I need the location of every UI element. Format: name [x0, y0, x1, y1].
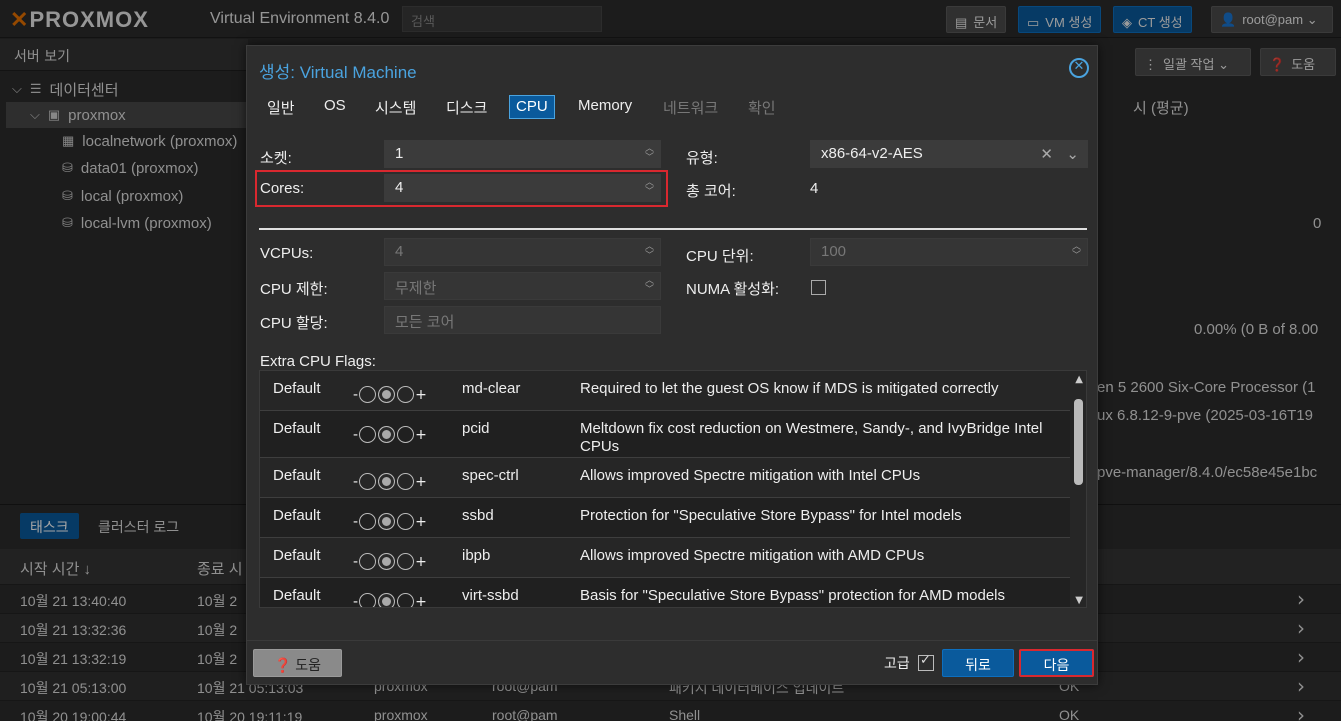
radio-off[interactable] [359, 426, 377, 443]
flag-tristate[interactable]: - + [353, 593, 427, 607]
radio-default[interactable] [378, 426, 396, 443]
tab-confirm[interactable]: 확인 [742, 95, 782, 119]
total-cores-value: 4 [810, 180, 819, 197]
flag-tristate[interactable]: - + [353, 513, 427, 530]
cores-field[interactable]: 4 ︿ ﹀ [384, 174, 661, 202]
spinner-icon[interactable]: ︿ ﹀ [645, 178, 654, 196]
cpu-affinity-label: CPU 할당: [260, 315, 328, 332]
radio-off[interactable] [359, 473, 377, 490]
flag-description: Required to let the guest OS know if MDS… [580, 380, 999, 397]
cpu-units-field[interactable]: 100 ︿ ﹀ [810, 238, 1088, 266]
dialog-title: 생성: Virtual Machine [259, 63, 417, 82]
radio-on[interactable] [397, 513, 415, 530]
tab-disks[interactable]: 디스크 [440, 95, 493, 119]
vcpus-label: VCPUs: [260, 245, 314, 262]
flag-tristate[interactable]: - + [353, 473, 427, 490]
radio-on[interactable] [397, 473, 415, 490]
cpu-flags-grid: Default - + md-clear Required to let the … [259, 370, 1087, 608]
radio-off[interactable] [359, 386, 377, 403]
flag-description: Basis for "Speculative Store Bypass" pro… [580, 587, 1006, 604]
radio-default[interactable] [378, 553, 396, 570]
radio-default[interactable] [378, 386, 396, 403]
radio-default[interactable] [378, 593, 396, 607]
numa-checkbox[interactable] [811, 280, 826, 295]
spinner-icon[interactable]: ︿ ﹀ [645, 276, 654, 294]
flag-default: Default [273, 507, 321, 524]
tab-system[interactable]: 시스템 [369, 95, 422, 119]
flag-default: Default [273, 587, 321, 604]
flag-name: md-clear [462, 380, 521, 397]
help-button[interactable]: ❓ 도움 [253, 649, 342, 677]
scroll-up-icon[interactable]: ▲ [1075, 374, 1083, 385]
tab-cpu[interactable]: CPU [509, 95, 555, 119]
spinner-icon[interactable]: ︿ ﹀ [645, 242, 654, 260]
list-item: Default - + spec-ctrl Allows improved Spe… [260, 458, 1072, 498]
extra-flags-label: Extra CPU Flags: [260, 353, 376, 370]
flag-name: ibpb [462, 547, 491, 564]
tab-network[interactable]: 네트워크 [657, 95, 724, 119]
question-icon: ❓ [273, 657, 292, 673]
radio-on[interactable] [397, 593, 415, 607]
create-vm-dialog: 생성: Virtual Machine ✕ 일반 OS 시스템 디스크 CPU … [246, 45, 1098, 685]
flag-default: Default [273, 380, 321, 397]
sockets-label: 소켓: [260, 150, 292, 167]
radio-off[interactable] [359, 593, 377, 607]
cpu-limit-label: CPU 제한: [260, 281, 328, 298]
cpu-affinity-field[interactable]: 모든 코어 [384, 306, 661, 334]
type-label: 유형: [686, 150, 718, 167]
dialog-footer: ❓ 도움 고급 ✓ 뒤로 다음 [247, 640, 1097, 684]
list-item: Default - + virt-ssbd Basis for "Speculat… [260, 578, 1072, 607]
flag-default: Default [273, 420, 321, 437]
scroll-down-icon[interactable]: ▼ [1075, 595, 1083, 606]
flag-name: spec-ctrl [462, 467, 519, 484]
flag-tristate[interactable]: - + [353, 386, 427, 403]
radio-off[interactable] [359, 553, 377, 570]
flag-name: ssbd [462, 507, 494, 524]
cores-label: Cores: [260, 180, 305, 197]
advanced-label: 고급 [884, 655, 910, 671]
sockets-field[interactable]: 1 ︿ ﹀ [384, 140, 661, 168]
flag-name: pcid [462, 420, 490, 437]
vcpus-field[interactable]: 4 ︿ ﹀ [384, 238, 661, 266]
tab-general[interactable]: 일반 [261, 95, 301, 119]
radio-off[interactable] [359, 513, 377, 530]
flag-description: Protection for "Speculative Store Bypass… [580, 507, 962, 524]
flag-description: Meltdown fix cost reduction on Westmere,… [580, 420, 1043, 455]
flags-scrollbar[interactable]: ▲ ▼ [1070, 371, 1086, 607]
advanced-checkbox[interactable]: ✓ [918, 653, 934, 671]
radio-on[interactable] [397, 553, 415, 570]
flag-tristate[interactable]: - + [353, 426, 427, 443]
scrollbar-thumb[interactable] [1074, 399, 1083, 485]
radio-on[interactable] [397, 426, 415, 443]
flag-name: virt-ssbd [462, 587, 519, 604]
spinner-icon[interactable]: ︿ ﹀ [645, 144, 654, 162]
list-item: Default - + ssbd Protection for "Speculat… [260, 498, 1072, 538]
tab-os[interactable]: OS [318, 95, 352, 119]
checkmark-icon: ✓ [920, 653, 931, 668]
tab-memory[interactable]: Memory [572, 95, 638, 119]
flag-description: Allows improved Spectre mitigation with … [580, 467, 921, 484]
radio-default[interactable] [378, 513, 396, 530]
section-divider [259, 228, 1087, 230]
radio-default[interactable] [378, 473, 396, 490]
close-icon[interactable]: ✕ [1069, 58, 1089, 78]
spinner-icon[interactable]: ︿ ﹀ [1072, 242, 1081, 260]
list-item: Default - + ibpb Allows improved Spectre … [260, 538, 1072, 578]
flag-description: Allows improved Spectre mitigation with … [580, 547, 925, 564]
flag-tristate[interactable]: - + [353, 553, 427, 570]
list-item: Default - + md-clear Required to let the … [260, 371, 1072, 411]
cpu-units-label: CPU 단위: [686, 248, 754, 265]
numa-label: NUMA 활성화: [686, 281, 780, 298]
list-item: Default - + pcid Meltdown fix cost reduct… [260, 411, 1072, 458]
next-button[interactable]: 다음 [1019, 649, 1094, 677]
cpu-limit-field[interactable]: 무제한 ︿ ﹀ [384, 272, 661, 300]
flag-default: Default [273, 467, 321, 484]
clear-icon[interactable]: ✕ [1040, 145, 1053, 163]
chevron-down-icon[interactable]: ⌄ [1066, 145, 1079, 163]
flag-default: Default [273, 547, 321, 564]
total-cores-label: 총 코어: [686, 183, 736, 200]
radio-on[interactable] [397, 386, 415, 403]
back-button[interactable]: 뒤로 [942, 649, 1014, 677]
cpu-type-select[interactable]: x86-64-v2-AES ✕ ⌄ [810, 140, 1088, 168]
